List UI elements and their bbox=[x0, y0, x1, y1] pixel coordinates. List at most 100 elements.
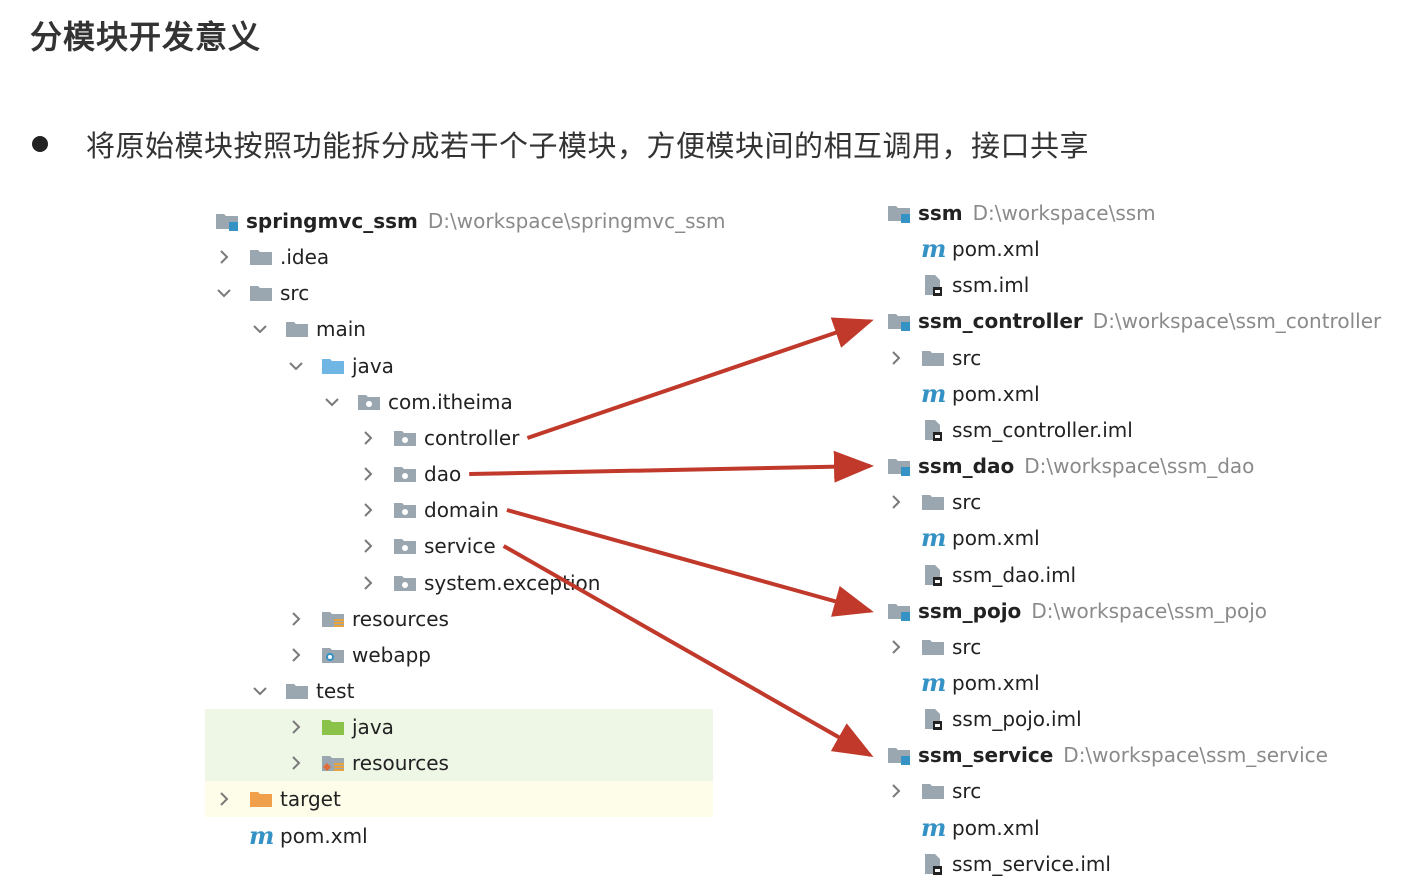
chevron-right-icon[interactable] bbox=[286, 753, 306, 773]
tree-node-label: target bbox=[280, 787, 341, 811]
tree-node-ssm-controller[interactable]: ssm_controller D:\workspace\ssm_controlle… bbox=[886, 303, 1381, 339]
tree-node-system-exception[interactable]: system.exception bbox=[358, 565, 600, 601]
chevron-down-icon[interactable] bbox=[214, 283, 234, 303]
maven-icon: m bbox=[920, 817, 946, 839]
tree-node-idea[interactable]: .idea bbox=[214, 239, 329, 275]
chevron-down-icon[interactable] bbox=[286, 356, 306, 376]
maven-icon: m bbox=[920, 383, 946, 405]
svg-text:m: m bbox=[921, 527, 946, 549]
tree-node-main[interactable]: main bbox=[250, 311, 366, 347]
tree-node-label: src bbox=[952, 779, 982, 803]
tree-node-ssm-pojo[interactable]: ssm_pojo D:\workspace\ssm_pojo bbox=[886, 593, 1267, 629]
package-icon bbox=[392, 463, 418, 485]
maven-icon: m bbox=[248, 825, 274, 847]
tree-node-src[interactable]: src bbox=[886, 773, 981, 809]
tree-node-resources[interactable]: resources bbox=[286, 745, 449, 781]
tree-node-ssm-dao-iml[interactable]: ssm_dao.iml bbox=[920, 557, 1076, 593]
chevron-right-icon[interactable] bbox=[358, 500, 378, 520]
chevron-right-icon[interactable] bbox=[286, 609, 306, 629]
chevron-right-icon[interactable] bbox=[358, 536, 378, 556]
tree-node-service[interactable]: service bbox=[358, 528, 496, 564]
tree-node-ssm-service-iml[interactable]: ssm_service.iml bbox=[920, 846, 1111, 882]
folder-icon bbox=[920, 780, 946, 802]
tree-node-java[interactable]: java bbox=[286, 348, 394, 384]
tree-node-target[interactable]: target bbox=[214, 781, 341, 817]
svg-text:m: m bbox=[921, 238, 946, 260]
tree-node-label: com.itheima bbox=[388, 390, 513, 414]
tree-node-java[interactable]: java bbox=[286, 709, 394, 745]
tree-node-src[interactable]: src bbox=[886, 629, 981, 665]
tree-node-src[interactable]: src bbox=[886, 340, 981, 376]
chevron-down-icon[interactable] bbox=[322, 392, 342, 412]
tree-node-label: java bbox=[352, 715, 394, 739]
tree-node-label: test bbox=[316, 679, 355, 703]
tree-node-label: src bbox=[280, 281, 310, 305]
chevron-right-icon[interactable] bbox=[358, 464, 378, 484]
chevron-right-icon[interactable] bbox=[358, 428, 378, 448]
tree-node-pom-xml[interactable]: m pom.xml bbox=[920, 665, 1040, 701]
chevron-right-icon[interactable] bbox=[214, 247, 234, 267]
tree-node-webapp[interactable]: webapp bbox=[286, 637, 431, 673]
maven-icon: m bbox=[920, 527, 946, 549]
folder-icon bbox=[920, 491, 946, 513]
tree-node-label: ssm_pojo.iml bbox=[952, 707, 1082, 731]
chevron-down-icon[interactable] bbox=[250, 681, 270, 701]
iml-file-icon bbox=[920, 274, 946, 296]
test-resources-folder-icon bbox=[320, 752, 346, 774]
module-folder-icon bbox=[886, 455, 912, 477]
tree-node-pom-xml[interactable]: m pom.xml bbox=[920, 376, 1040, 412]
module-path: D:\workspace\ssm_dao bbox=[1024, 454, 1255, 478]
chevron-right-icon[interactable] bbox=[886, 637, 906, 657]
svg-text:m: m bbox=[921, 383, 946, 405]
tree-node-pom-xml[interactable]: m pom.xml bbox=[920, 810, 1040, 846]
folder-icon bbox=[284, 680, 310, 702]
tree-node-label: ssm_controller bbox=[918, 309, 1083, 333]
resources-folder-icon bbox=[320, 608, 346, 630]
tree-node-ssm-service[interactable]: ssm_service D:\workspace\ssm_service bbox=[886, 737, 1328, 773]
module-path: D:\workspace\ssm bbox=[972, 201, 1156, 225]
chevron-right-icon[interactable] bbox=[286, 645, 306, 665]
tree-node-pom-xml[interactable]: m pom.xml bbox=[920, 520, 1040, 556]
tree-node-com-itheima[interactable]: com.itheima bbox=[322, 384, 513, 420]
page-title: 分模块开发意义 bbox=[30, 18, 262, 56]
tree-node-ssm-iml[interactable]: ssm.iml bbox=[920, 267, 1029, 303]
module-folder-icon bbox=[886, 744, 912, 766]
tree-node-controller[interactable]: controller bbox=[358, 420, 519, 456]
tree-node-dao[interactable]: dao bbox=[358, 456, 461, 492]
module-path: D:\workspace\ssm_controller bbox=[1092, 309, 1382, 333]
module-folder-icon bbox=[886, 310, 912, 332]
arrow-controller-to-ssm-controller bbox=[526, 317, 874, 440]
module-path: D:\workspace\ssm_pojo bbox=[1031, 599, 1268, 623]
tree-node-label: ssm_dao.iml bbox=[952, 563, 1077, 587]
package-icon bbox=[392, 572, 418, 594]
iml-file-icon bbox=[920, 419, 946, 441]
tree-node-label: main bbox=[316, 317, 366, 341]
chevron-right-icon[interactable] bbox=[886, 348, 906, 368]
chevron-right-icon[interactable] bbox=[214, 789, 234, 809]
tree-node-label: ssm bbox=[918, 201, 963, 225]
tree-node-ssm-pojo-iml[interactable]: ssm_pojo.iml bbox=[920, 701, 1082, 737]
tree-node-springmvc-ssm[interactable]: springmvc_ssm D:\workspace\springmvc_ssm bbox=[214, 203, 725, 239]
tree-node-src[interactable]: src bbox=[886, 484, 981, 520]
tree-node-domain[interactable]: domain bbox=[358, 492, 499, 528]
tree-node-src[interactable]: src bbox=[214, 275, 309, 311]
tree-node-label: ssm_controller.iml bbox=[952, 418, 1133, 442]
tree-node-resources[interactable]: resources bbox=[286, 601, 449, 637]
tree-node-pom-xml[interactable]: m pom.xml bbox=[920, 231, 1040, 267]
tree-node-label: ssm_service bbox=[918, 743, 1054, 767]
chevron-right-icon[interactable] bbox=[886, 492, 906, 512]
maven-icon: m bbox=[920, 672, 946, 694]
tree-node-ssm-controller-iml[interactable]: ssm_controller.iml bbox=[920, 412, 1133, 448]
chevron-right-icon[interactable] bbox=[358, 573, 378, 593]
chevron-right-icon[interactable] bbox=[286, 717, 306, 737]
tree-node-test[interactable]: test bbox=[250, 673, 354, 709]
tree-node-pom-xml[interactable]: m pom.xml bbox=[248, 818, 368, 854]
tree-node-ssm-dao[interactable]: ssm_dao D:\workspace\ssm_dao bbox=[886, 448, 1254, 484]
chevron-right-icon[interactable] bbox=[886, 781, 906, 801]
iml-file-icon bbox=[920, 564, 946, 586]
module-folder-icon bbox=[886, 600, 912, 622]
tree-node-ssm[interactable]: ssm D:\workspace\ssm bbox=[886, 195, 1156, 231]
arrow-dao-to-ssm-dao bbox=[469, 450, 874, 483]
package-icon bbox=[392, 427, 418, 449]
chevron-down-icon[interactable] bbox=[250, 319, 270, 339]
